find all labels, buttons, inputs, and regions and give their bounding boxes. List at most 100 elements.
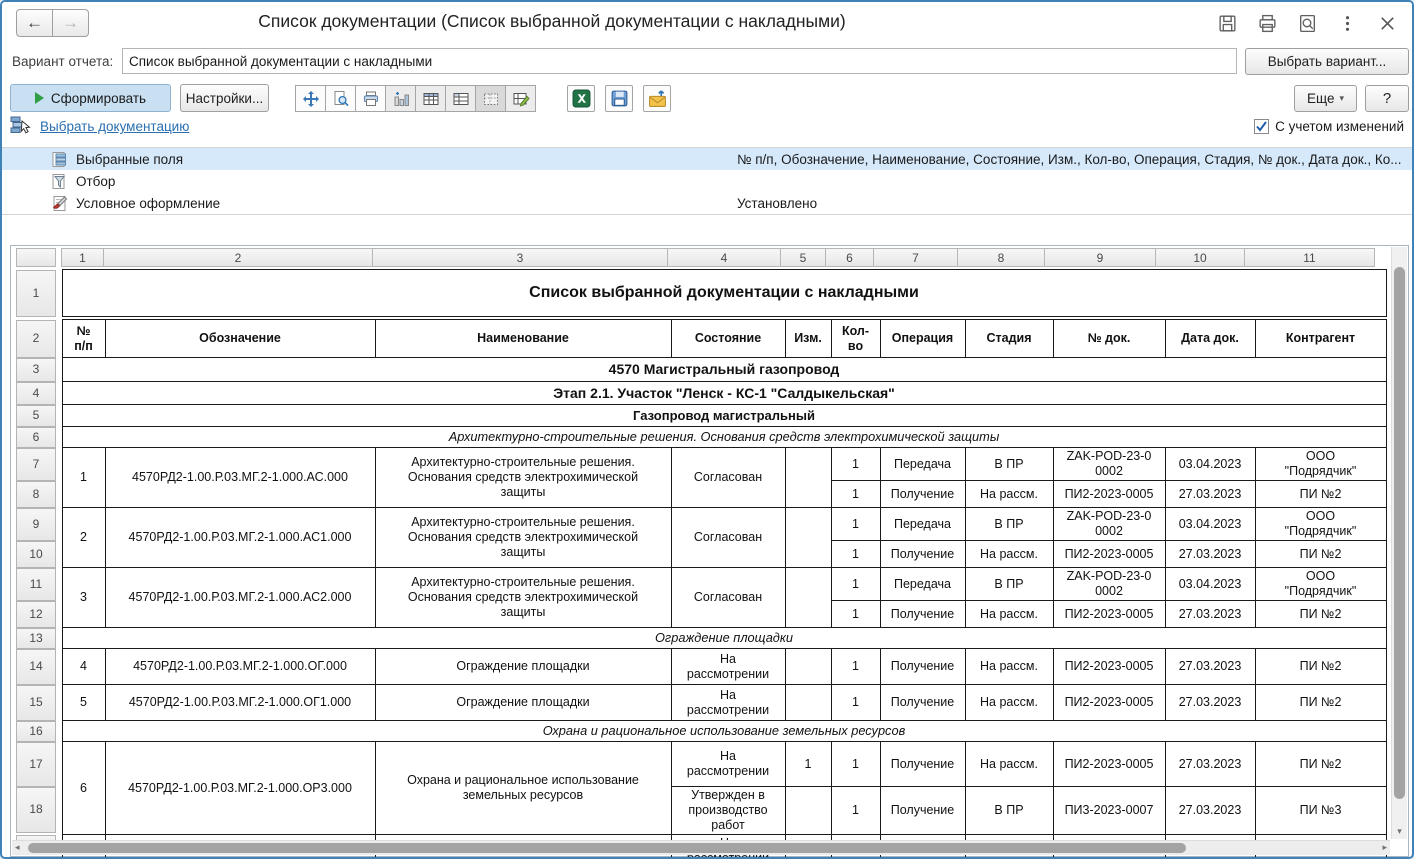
cell[interactable]: Архитектурно-строительные решения. Основ… (375, 568, 671, 628)
settings-row-filter[interactable]: Отбор (2, 170, 1412, 192)
column-header[interactable]: 7 (873, 248, 958, 267)
cell[interactable]: 4570РД2-1.00.Р.03.МГ.2-1.000.ОГ.000 (105, 649, 375, 685)
cell[interactable]: 1 (831, 568, 880, 601)
cell[interactable]: На рассм. (965, 541, 1053, 568)
row-header[interactable]: 3 (16, 358, 56, 382)
cell[interactable]: 03.04.2023 (1165, 448, 1255, 481)
cell[interactable]: ПИ №2 (1255, 541, 1386, 568)
cell[interactable]: 27.03.2023 (1165, 541, 1255, 568)
cell[interactable]: Ограждение площадки (375, 685, 671, 721)
freeze-area-icon[interactable] (475, 85, 506, 112)
print-preview-icon[interactable] (325, 85, 356, 112)
column-header[interactable]: 1 (61, 248, 104, 267)
cell[interactable]: ПИ №2 (1255, 742, 1386, 787)
cell[interactable]: Архитектурно-строительные решения. Основ… (375, 508, 671, 568)
column-header[interactable]: 8 (957, 248, 1045, 267)
row-header[interactable]: 18 (16, 787, 56, 833)
cell[interactable]: Передача (880, 568, 965, 601)
row-header[interactable]: 13 (16, 628, 56, 649)
cell[interactable]: 27.03.2023 (1165, 685, 1255, 721)
cell[interactable]: Состояние (671, 320, 785, 358)
settings-row-conditional-format[interactable]: Условное оформление Установлено (2, 192, 1412, 214)
vertical-scrollbar-thumb[interactable] (1394, 267, 1405, 799)
cell[interactable]: Согласован (671, 508, 785, 568)
cell[interactable]: 27.03.2023 (1165, 481, 1255, 508)
row-header[interactable]: 2 (16, 320, 56, 358)
cell[interactable]: ПИ №2 (1255, 481, 1386, 508)
back-button[interactable]: ← (16, 9, 53, 37)
scroll-right-arrow-icon[interactable]: ▸ (1382, 842, 1387, 853)
column-header[interactable]: 5 (780, 248, 826, 267)
cell[interactable] (785, 649, 831, 685)
cell[interactable]: 1 (62, 448, 105, 508)
cell[interactable]: На рассм. (965, 649, 1053, 685)
cell[interactable]: Кол- во (831, 320, 880, 358)
print-icon[interactable] (1254, 10, 1280, 36)
cell[interactable]: 1 (831, 508, 880, 541)
cell[interactable]: 1 (831, 541, 880, 568)
row-header[interactable]: 11 (16, 568, 56, 601)
cell[interactable]: 5 (62, 685, 105, 721)
generate-button[interactable]: Сформировать (10, 84, 171, 112)
cell[interactable]: 1 (831, 448, 880, 481)
cell[interactable]: На рассмотрении (671, 649, 785, 685)
row-header[interactable]: 7 (16, 448, 56, 481)
row-header[interactable]: 6 (16, 427, 56, 448)
cell[interactable]: Ограждение площадки (375, 649, 671, 685)
cell[interactable]: 1 (785, 742, 831, 787)
cell[interactable]: 2 (62, 508, 105, 568)
cell[interactable]: ПИ2-2023-0005 (1053, 742, 1165, 787)
cell[interactable] (785, 568, 831, 628)
cell[interactable]: На рассмотрении (671, 685, 785, 721)
column-header[interactable]: 4 (667, 248, 781, 267)
cell[interactable]: 27.03.2023 (1165, 601, 1255, 628)
cell[interactable]: ПИ №2 (1255, 601, 1386, 628)
cell[interactable]: 1 (831, 685, 880, 721)
preview-icon[interactable] (1294, 10, 1320, 36)
cell[interactable]: Получение (880, 481, 965, 508)
cell[interactable]: Стадия (965, 320, 1053, 358)
cell[interactable]: Получение (880, 787, 965, 835)
cell[interactable]: Получение (880, 601, 965, 628)
cell[interactable]: 1 (831, 649, 880, 685)
row-header[interactable]: 10 (16, 541, 56, 568)
export-excel-icon[interactable] (567, 85, 595, 112)
cell[interactable]: В ПР (965, 508, 1053, 541)
cell[interactable]: ООО "Подрядчик" (1255, 508, 1386, 541)
more-menu-icon[interactable] (1334, 10, 1360, 36)
cell[interactable]: Охрана и рациональное использование земе… (62, 721, 1386, 742)
row-header[interactable]: 5 (16, 405, 56, 427)
column-header[interactable]: 9 (1044, 248, 1156, 267)
cell[interactable]: Газопровод магистральный (62, 405, 1386, 427)
column-header[interactable]: 2 (103, 248, 373, 267)
save-file-icon[interactable] (605, 85, 633, 112)
cell[interactable]: № п/п (62, 320, 105, 358)
cell[interactable]: 1 (831, 601, 880, 628)
cell[interactable] (785, 508, 831, 568)
cell[interactable]: Получение (880, 742, 965, 787)
settings-row-selected-fields[interactable]: Выбранные поля № п/п, Обозначение, Наиме… (2, 148, 1412, 170)
edit-cells-icon[interactable] (505, 85, 536, 112)
cell[interactable]: Изм. (785, 320, 831, 358)
show-headers-icon[interactable] (415, 85, 446, 112)
cell[interactable]: ПИ №2 (1255, 685, 1386, 721)
cell[interactable]: Дата док. (1165, 320, 1255, 358)
select-documentation-link[interactable]: Выбрать документацию (40, 119, 189, 134)
cell[interactable]: На рассм. (965, 742, 1053, 787)
vertical-scrollbar[interactable]: ▾ (1391, 247, 1407, 839)
cell[interactable]: Утвержден в производство работ (671, 787, 785, 835)
cell[interactable]: Получение (880, 685, 965, 721)
cell[interactable]: 4570РД2-1.00.Р.03.МГ.2-1.000.АС2.000 (105, 568, 375, 628)
cell[interactable]: Ограждение площадки (62, 628, 1386, 649)
show-grid-icon[interactable] (445, 85, 476, 112)
cell[interactable]: 03.04.2023 (1165, 508, 1255, 541)
cell[interactable]: 4570РД2-1.00.Р.03.МГ.2-1.000.ОР3.000 (105, 742, 375, 835)
row-header[interactable]: 15 (16, 685, 56, 721)
cell[interactable]: ПИ2-2023-0005 (1053, 601, 1165, 628)
corner-header[interactable] (16, 248, 56, 267)
cell[interactable]: 3 (62, 568, 105, 628)
cell[interactable]: 27.03.2023 (1165, 742, 1255, 787)
cell[interactable] (785, 787, 831, 835)
cell[interactable]: 6 (62, 742, 105, 835)
row-header[interactable]: 16 (16, 721, 56, 742)
